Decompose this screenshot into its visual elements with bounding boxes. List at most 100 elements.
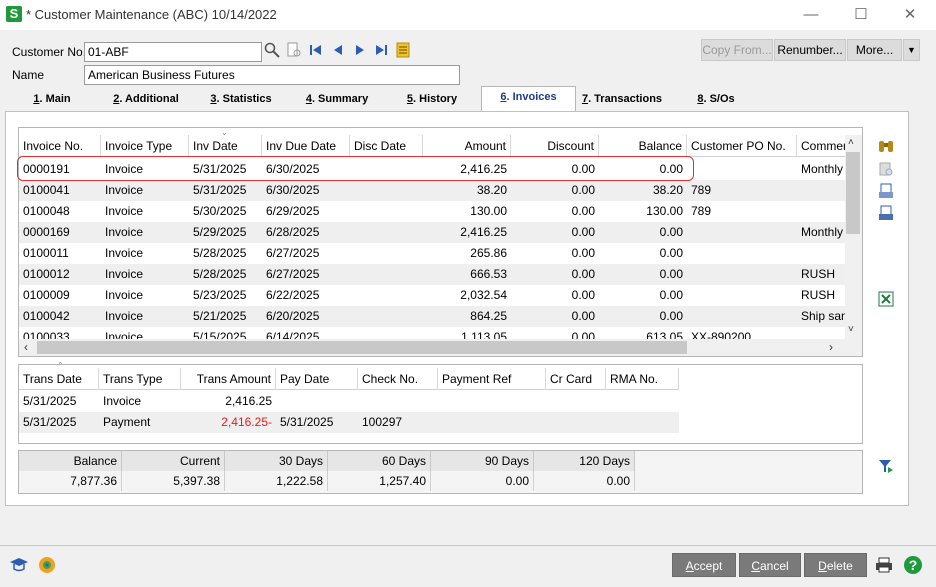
column-header[interactable]: Trans Type (99, 368, 181, 390)
education-icon[interactable] (9, 556, 28, 574)
column-header[interactable]: Customer PO No. (687, 135, 797, 157)
column-header[interactable]: Amount (423, 135, 511, 157)
tab-sos[interactable]: 8. S/Os (690, 90, 742, 110)
minimize-icon[interactable]: — (796, 4, 826, 26)
invoice-type-cell: Invoice (105, 204, 144, 218)
tab-history[interactable]: 5. History (402, 90, 462, 110)
customer-no-input[interactable]: 01-ABF (84, 42, 262, 62)
customer-po-cell (687, 285, 797, 306)
invoice-grid-header: Invoice No. Invoice Type Inv Date Inv Du… (19, 135, 845, 157)
comment-cell: Monthly (801, 162, 844, 176)
column-header[interactable]: Balance (599, 135, 687, 157)
column-header[interactable]: Discount (511, 135, 599, 157)
column-header[interactable]: Invoice Type (101, 135, 189, 157)
column-header[interactable]: RMA No. (606, 368, 679, 390)
name-input[interactable]: American Business Futures (84, 65, 460, 85)
column-header[interactable]: Cr Card (546, 368, 606, 390)
more-dropdown-icon[interactable]: ▼ (903, 39, 920, 61)
balance-cell: 613.05 (646, 330, 683, 339)
column-header[interactable]: Trans Date (19, 368, 99, 390)
invoice-no-cell: 0100033 (23, 330, 70, 339)
invoice-no-cell: 0100012 (23, 267, 70, 281)
printer-icon[interactable] (875, 556, 893, 574)
table-row[interactable]: 5/31/2025 Payment 2,416.25- 5/31/2025 10… (19, 412, 679, 433)
tab-invoices[interactable]: 6. Invoices (481, 86, 576, 112)
table-row[interactable]: 0100033 Invoice 5/15/2025 6/14/2025 1,113.05… (19, 327, 845, 339)
excel-export-icon[interactable] (877, 290, 895, 308)
print-icon[interactable] (877, 204, 895, 222)
disc-date-cell (350, 222, 423, 243)
search-icon[interactable] (264, 42, 280, 58)
scroll-right-icon[interactable]: › (829, 340, 833, 354)
column-header[interactable]: Trans Amount (181, 368, 276, 390)
scroll-down-icon[interactable]: ˅ (848, 324, 854, 335)
column-header[interactable]: Invoice No. (19, 135, 101, 157)
tab-main[interactable]: 1. Main (24, 90, 80, 110)
discount-cell: 0.00 (571, 246, 595, 260)
copy-from-button[interactable]: Copy From... (701, 39, 773, 61)
previous-record-icon[interactable] (330, 42, 346, 58)
tab-additional[interactable]: 2. Additional (106, 90, 186, 110)
binoculars-icon[interactable] (877, 137, 895, 155)
column-header[interactable]: Pay Date (276, 368, 358, 390)
amount-cell: 2,416.25 (460, 225, 507, 239)
column-header[interactable]: Inv Due Date (262, 135, 350, 157)
amount-cell: 666.53 (470, 267, 507, 281)
scroll-thumb[interactable] (37, 341, 687, 354)
comment-cell (797, 327, 845, 339)
print-preview-icon[interactable] (877, 182, 895, 200)
customize-icon[interactable] (38, 556, 56, 574)
table-row[interactable]: 0100012 Invoice 5/28/2025 6/27/2025 666.53 0.… (19, 264, 845, 285)
table-row[interactable]: 0100042 Invoice 5/21/2025 6/20/2025 864.25 0.… (19, 306, 845, 327)
balance-cell: 0.00 (659, 246, 683, 260)
table-row[interactable]: 5/31/2025 Invoice 2,416.25 (19, 391, 679, 412)
column-header[interactable]: Inv Date (189, 135, 262, 157)
memo-icon[interactable] (395, 42, 411, 58)
column-header[interactable]: Commen (797, 135, 845, 157)
document-lookup-icon[interactable] (286, 42, 302, 58)
column-header[interactable]: Disc Date (350, 135, 423, 157)
accept-button[interactable]: Accept (672, 553, 736, 577)
delete-button[interactable]: Delete (804, 553, 867, 577)
aging-header: 60 Days (328, 451, 431, 471)
inv-date-cell: 5/23/2025 (193, 288, 247, 302)
invoice-vertical-scrollbar[interactable]: ˄ ˅ (845, 135, 862, 340)
tab-statistics[interactable]: 3. Statistics (205, 90, 277, 110)
invoice-horizontal-scrollbar[interactable]: ‹ › (19, 339, 862, 356)
last-record-icon[interactable] (373, 42, 389, 58)
scroll-up-icon[interactable]: ˄ (848, 137, 854, 148)
renumber-button[interactable]: Renumber... (774, 39, 846, 61)
table-row[interactable]: 0000169 Invoice 5/29/2025 6/28/2025 2,416.25… (19, 222, 845, 243)
close-icon[interactable]: ✕ (895, 4, 925, 26)
transactions-grid[interactable]: Trans Date Trans Type Trans Amount Pay D… (18, 361, 863, 444)
aging-filter-icon[interactable] (877, 457, 895, 475)
scroll-thumb[interactable] (846, 152, 860, 234)
tab-transactions[interactable]: 7. Transactions (578, 90, 666, 110)
amount-cell: 130.00 (470, 204, 507, 218)
transactions-grid-header: Trans Date Trans Type Trans Amount Pay D… (19, 368, 679, 390)
column-header[interactable]: Payment Ref (438, 368, 546, 390)
aging-value: 5,397.38 (122, 471, 225, 491)
help-icon[interactable]: ? (904, 556, 922, 574)
invoice-type-cell: Invoice (105, 225, 144, 239)
table-row[interactable]: 0100009 Invoice 5/23/2025 6/22/2025 2,032.54… (19, 285, 845, 306)
maximize-icon[interactable]: ☐ (846, 4, 876, 26)
inv-due-date-cell: 6/28/2025 (266, 225, 320, 239)
table-row[interactable]: 0100048 Invoice 5/30/2025 6/29/2025 130.00 0.… (19, 201, 845, 222)
balance-cell: 130.00 (646, 204, 683, 218)
scroll-left-icon[interactable]: ‹ (24, 340, 28, 354)
next-record-icon[interactable] (352, 42, 368, 58)
inv-date-cell: 5/15/2025 (193, 330, 247, 339)
more-button[interactable]: More... (847, 39, 902, 61)
first-record-icon[interactable] (308, 42, 324, 58)
table-row[interactable]: 0100041 Invoice 5/31/2025 6/30/2025 38.20 0.0… (19, 180, 845, 201)
inv-date-cell: 5/28/2025 (193, 246, 247, 260)
column-header[interactable]: Check No. (358, 368, 438, 390)
paste-icon[interactable] (877, 160, 895, 178)
tab-summary[interactable]: 4. Summary (300, 90, 374, 110)
sort-indicator-icon: ⌃ (57, 361, 64, 370)
aging-value: 1,222.58 (225, 471, 328, 491)
comment-cell: Monthly (801, 225, 844, 239)
cancel-button[interactable]: Cancel (739, 553, 801, 577)
table-row[interactable]: 0100011 Invoice 5/28/2025 6/27/2025 265.86 0.… (19, 243, 845, 264)
